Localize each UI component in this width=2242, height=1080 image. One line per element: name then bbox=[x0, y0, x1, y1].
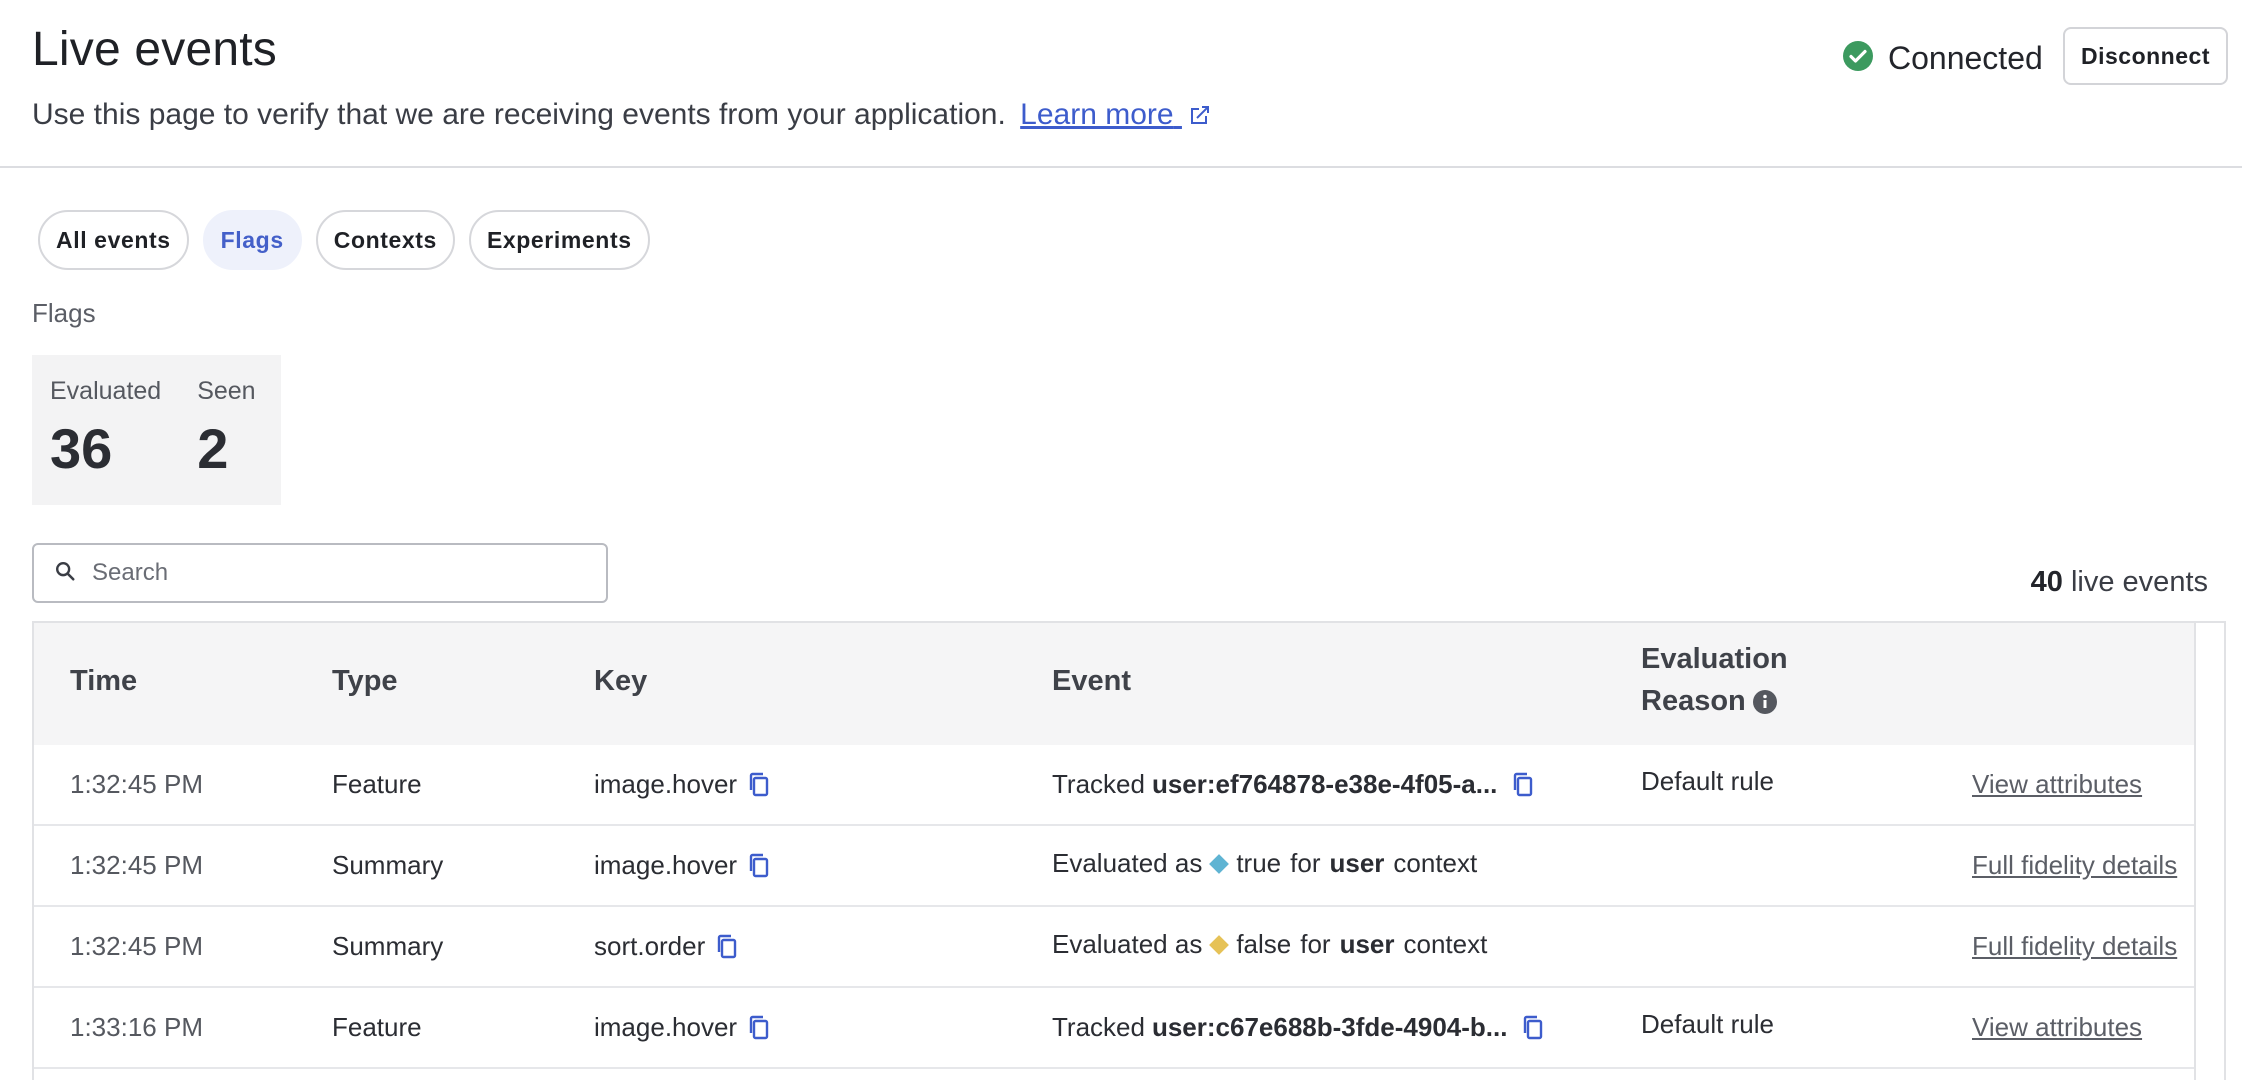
live-event-count: 40 live events bbox=[2031, 566, 2208, 599]
row-time: 1:32:45 PM bbox=[70, 850, 203, 880]
tab-all-events[interactable]: All events bbox=[38, 210, 189, 270]
column-header-evaluation: Evaluation bbox=[1641, 643, 1788, 675]
full-fidelity-details-link[interactable]: Full fidelity details bbox=[1972, 931, 2177, 962]
row-eval-value: false bbox=[1236, 929, 1292, 959]
live-events-page: Live events Use this page to verify that… bbox=[0, 0, 2242, 1080]
table-row: 1:32:45 PM Feature image.hover Tracked u… bbox=[34, 745, 2196, 826]
search-input[interactable] bbox=[92, 559, 572, 587]
row-eval-prefix: Evaluated as bbox=[1052, 848, 1203, 878]
row-event: Tracked user:c67e688b-3fde-4904-b... bbox=[1052, 988, 1547, 1067]
evaluated-stat: Evaluated 36 bbox=[50, 377, 161, 483]
full-fidelity-details-link[interactable]: Full fidelity details bbox=[1972, 850, 2177, 881]
row-key: image.hover bbox=[594, 826, 773, 905]
row-type: Summary bbox=[332, 850, 444, 880]
row-time: 1:32:45 PM bbox=[70, 931, 203, 961]
check-circle-icon bbox=[1842, 40, 1874, 77]
table-header: Time Type Key Event Evaluation Reason bbox=[34, 623, 2196, 745]
row-key-label: sort.order bbox=[594, 931, 706, 961]
copy-icon[interactable] bbox=[1521, 1014, 1547, 1042]
row-event-prefix: Tracked bbox=[1052, 769, 1145, 799]
row-event: Evaluated as true for user context bbox=[1052, 824, 1477, 903]
seen-stat: Seen 2 bbox=[197, 377, 255, 483]
row-event: Tracked user:ef764878-e38e-4f05-a... bbox=[1052, 745, 1537, 824]
row-event-prefix: Tracked bbox=[1052, 1012, 1145, 1042]
seen-value: 2 bbox=[197, 417, 229, 480]
external-link-icon bbox=[1188, 101, 1212, 135]
row-action: Full fidelity details bbox=[1972, 907, 2177, 986]
row-key-label: image.hover bbox=[594, 1012, 738, 1042]
row-key-label: image.hover bbox=[594, 769, 738, 799]
column-header-reason-label: Reason bbox=[1641, 685, 1746, 717]
row-key: image.hover bbox=[594, 745, 773, 824]
copy-icon[interactable] bbox=[747, 1014, 773, 1042]
subtitle-text: Use this page to verify that we are rece… bbox=[32, 98, 1006, 131]
row-reason: Default rule bbox=[1641, 766, 1774, 796]
row-event: Evaluated as false for user context bbox=[1052, 905, 1487, 984]
evaluated-value: 36 bbox=[50, 417, 113, 480]
live-event-count-label: live events bbox=[2070, 566, 2208, 598]
row-event-context: user:c67e688b-3fde-4904-b... bbox=[1151, 1012, 1508, 1042]
row-key-label: image.hover bbox=[594, 850, 738, 880]
column-header-key: Key bbox=[594, 665, 648, 697]
row-type: Feature bbox=[332, 769, 422, 799]
table-row: 1:32:45 PM Summary image.hover Evaluated… bbox=[34, 826, 2196, 907]
column-header-event: Event bbox=[1052, 665, 1131, 697]
row-eval-suffix: context bbox=[1393, 848, 1478, 878]
view-attributes-link[interactable]: View attributes bbox=[1972, 769, 2142, 800]
learn-more-label: Learn more bbox=[1020, 98, 1174, 131]
tab-contexts[interactable]: Contexts bbox=[315, 210, 455, 270]
view-attributes-link[interactable]: View attributes bbox=[1972, 1012, 2142, 1043]
copy-icon[interactable] bbox=[747, 771, 773, 799]
variation-false-icon bbox=[1209, 934, 1230, 955]
column-header-reason: Reason bbox=[1641, 685, 1778, 718]
tab-flags[interactable]: Flags bbox=[202, 210, 302, 270]
disconnect-button[interactable]: Disconnect bbox=[2063, 27, 2228, 85]
section-label: Flags bbox=[32, 298, 96, 328]
page-header: Live events Use this page to verify that… bbox=[0, 0, 2242, 168]
search-icon bbox=[54, 560, 76, 587]
row-time: 1:33:16 PM bbox=[70, 1012, 203, 1042]
copy-icon[interactable] bbox=[1511, 771, 1537, 799]
row-key: image.hover bbox=[594, 988, 773, 1067]
learn-more-link[interactable]: Learn more bbox=[1020, 98, 1182, 131]
evaluated-label: Evaluated bbox=[50, 377, 162, 405]
column-header-time: Time bbox=[70, 665, 138, 697]
row-type: Feature bbox=[332, 1012, 422, 1042]
connection-status: Connected bbox=[1842, 40, 2043, 77]
row-eval-for: for bbox=[1300, 929, 1331, 959]
row-action: View attributes bbox=[1972, 988, 2142, 1067]
table-scrollbar[interactable] bbox=[2194, 623, 2224, 1080]
search-box bbox=[32, 543, 608, 603]
row-type: Summary bbox=[332, 931, 444, 961]
live-event-count-number: 40 bbox=[2030, 566, 2063, 598]
row-eval-for: for bbox=[1290, 848, 1321, 878]
row-eval-prefix: Evaluated as bbox=[1052, 929, 1203, 959]
page-subtitle: Use this page to verify that we are rece… bbox=[32, 98, 1212, 135]
row-event-context: user:ef764878-e38e-4f05-a... bbox=[1151, 769, 1498, 799]
row-eval-context: user bbox=[1329, 848, 1385, 878]
row-key: sort.order bbox=[594, 907, 741, 986]
seen-label: Seen bbox=[197, 377, 256, 405]
events-table: Time Type Key Event Evaluation Reason 1:… bbox=[32, 621, 2226, 1080]
table-row: 1:32:45 PM Summary sort.order Evaluated … bbox=[34, 907, 2196, 988]
column-header-type: Type bbox=[332, 665, 398, 697]
row-time: 1:32:45 PM bbox=[70, 769, 203, 799]
flag-stats: Evaluated 36 Seen 2 bbox=[32, 355, 281, 505]
connection-status-label: Connected bbox=[1888, 40, 2043, 76]
variation-true-icon bbox=[1209, 853, 1230, 874]
row-action: Full fidelity details bbox=[1972, 826, 2177, 905]
row-reason: Default rule bbox=[1641, 1009, 1774, 1039]
table-row: 1:33:16 PM Feature image.hover Tracked u… bbox=[34, 988, 2196, 1069]
row-action: View attributes bbox=[1972, 745, 2142, 824]
tab-experiments[interactable]: Experiments bbox=[468, 210, 650, 270]
row-eval-context: user bbox=[1339, 929, 1395, 959]
row-eval-suffix: context bbox=[1403, 929, 1488, 959]
event-filter-tabs: All events Flags Contexts Experiments bbox=[38, 210, 650, 270]
copy-icon[interactable] bbox=[715, 933, 741, 961]
page-title: Live events bbox=[32, 23, 278, 76]
copy-icon[interactable] bbox=[747, 852, 773, 880]
info-icon[interactable] bbox=[1752, 689, 1778, 715]
row-eval-value: true bbox=[1236, 848, 1282, 878]
